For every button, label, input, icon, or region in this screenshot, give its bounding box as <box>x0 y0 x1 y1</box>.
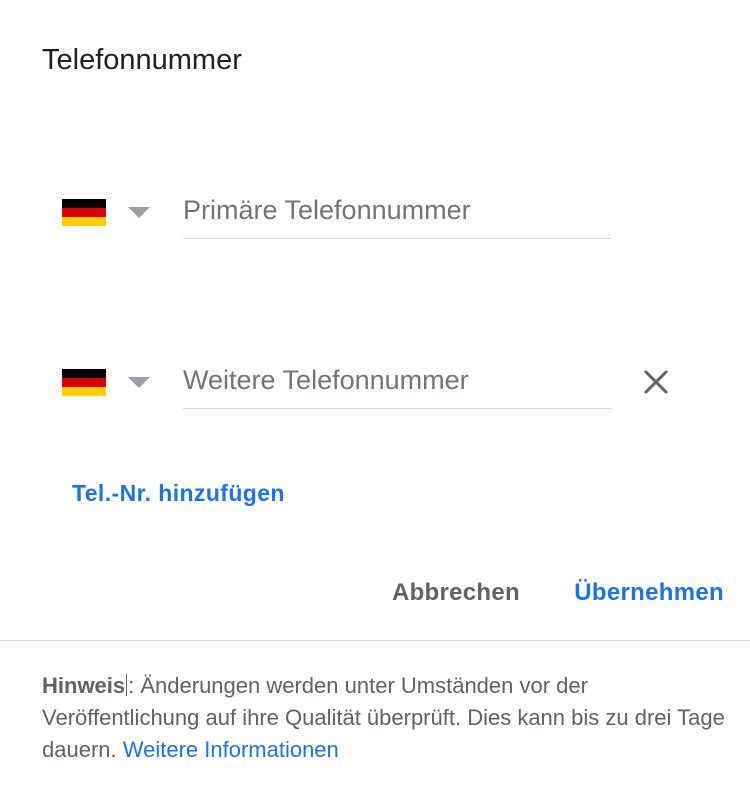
close-icon <box>644 370 668 394</box>
divider <box>0 640 750 641</box>
additional-phone-input[interactable] <box>183 360 612 400</box>
phone-number-dialog: Telefonnummer Tel.-Nr <box>0 0 750 792</box>
primary-phone-row <box>62 182 702 242</box>
apply-button[interactable]: Übernehmen <box>574 574 724 612</box>
primary-phone-input[interactable] <box>183 190 612 230</box>
primary-phone-field <box>183 182 612 239</box>
notice-label: Hinweis <box>42 673 126 698</box>
dialog-title: Telefonnummer <box>42 44 242 76</box>
add-phone-link[interactable]: Tel.-Nr. hinzufügen <box>72 478 285 508</box>
more-info-link[interactable]: Weitere Informationen <box>123 737 339 762</box>
additional-phone-row <box>62 352 702 412</box>
dropdown-caret-icon <box>128 377 150 388</box>
remove-phone-button[interactable] <box>638 364 674 400</box>
dropdown-caret-icon <box>128 207 150 218</box>
notice-text: Hinweis: Änderungen werden unter Umständ… <box>42 670 732 766</box>
country-selector-additional[interactable] <box>62 362 162 402</box>
germany-flag-icon <box>62 199 106 226</box>
additional-phone-field <box>183 352 612 409</box>
germany-flag-icon <box>62 369 106 396</box>
text-cursor <box>126 674 128 696</box>
country-selector-primary[interactable] <box>62 192 162 232</box>
cancel-button[interactable]: Abbrechen <box>392 574 520 612</box>
